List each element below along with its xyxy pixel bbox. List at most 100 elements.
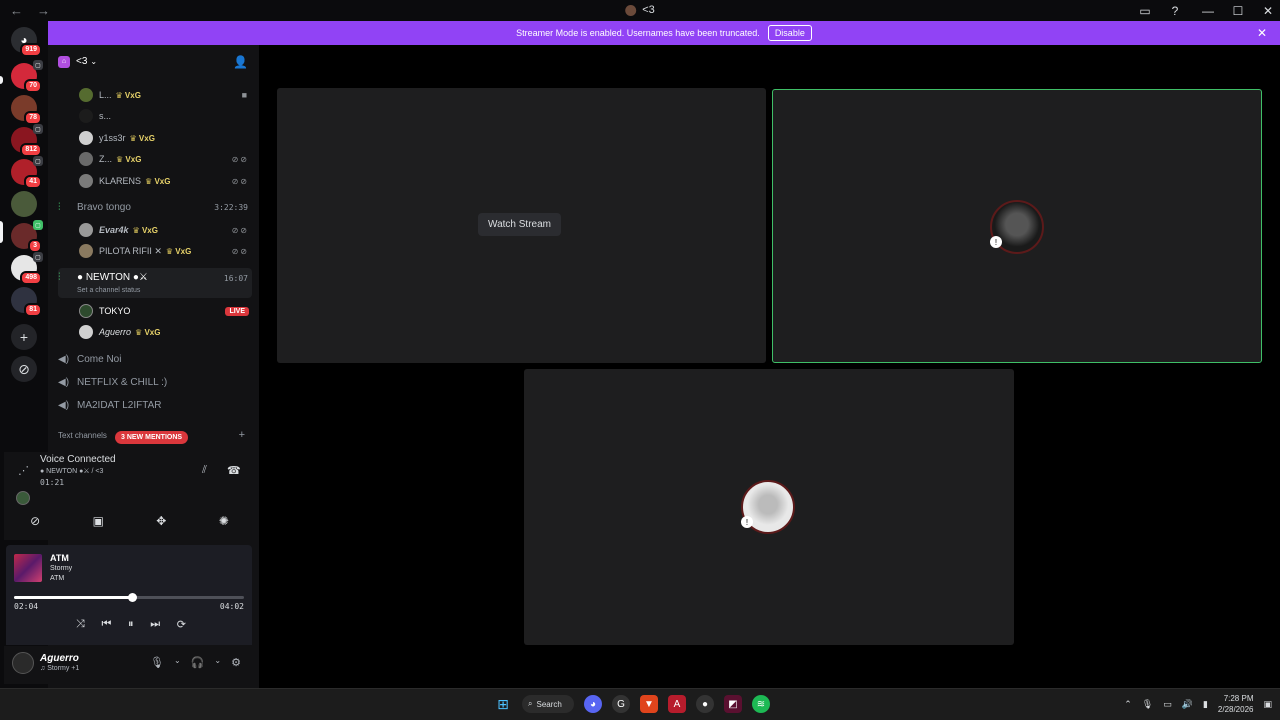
add-server-icon[interactable]: + bbox=[11, 324, 37, 350]
speaker-icon: ◀) bbox=[58, 353, 70, 365]
voice-member[interactable]: s... bbox=[48, 106, 259, 126]
voice-member[interactable]: KLARENSVxG ⊘⊘ bbox=[48, 171, 259, 191]
username[interactable]: Aguerro bbox=[40, 653, 79, 664]
track-title[interactable]: ATM bbox=[50, 553, 69, 563]
voice-status[interactable]: Voice Connected bbox=[40, 454, 116, 465]
voice-channel-newton[interactable]: ⫶ ● NEWTON ●⚔ 16:07 Set a channel status bbox=[58, 268, 252, 298]
voice-member[interactable]: AguerroVxG bbox=[48, 322, 259, 342]
windows-start-icon[interactable]: ⊞ bbox=[494, 695, 512, 713]
search-box[interactable]: ⌕ Search bbox=[522, 695, 574, 713]
avatar[interactable] bbox=[12, 652, 34, 674]
soundboard-icon[interactable]: ✺ bbox=[219, 514, 229, 534]
server-icon-6[interactable]: ▢ 3 bbox=[11, 220, 43, 253]
deafened-icon: ⊘⊘ bbox=[231, 154, 249, 164]
repeat-icon[interactable]: ⟳ bbox=[177, 618, 186, 631]
add-user-icon[interactable]: 👤 bbox=[233, 55, 248, 69]
signal-icon[interactable]: ⋰ bbox=[18, 464, 29, 477]
forward-arrow-icon[interactable]: → bbox=[37, 3, 50, 18]
discord-home-button[interactable]: ◕ 919 bbox=[11, 27, 42, 57]
server-icon-4[interactable]: ▢ 41 bbox=[11, 156, 43, 189]
deafened-icon: ⊘⊘ bbox=[231, 225, 249, 235]
track-artist[interactable]: Stormy bbox=[50, 565, 72, 572]
voice-elapsed: 01:21 bbox=[40, 478, 65, 487]
voice-member[interactable]: Evar4kVxG ⊘⊘ bbox=[48, 220, 259, 240]
pause-icon[interactable]: ⏸ bbox=[128, 618, 134, 631]
inbox-icon[interactable]: ▭ bbox=[1138, 4, 1152, 18]
voice-channel-link[interactable]: ● NEWTON ●⚔ / <3 bbox=[40, 467, 103, 475]
progress-bar[interactable] bbox=[14, 593, 244, 602]
track-album[interactable]: ATM bbox=[50, 575, 64, 582]
avatar: ! bbox=[990, 200, 1044, 254]
album-art[interactable] bbox=[14, 554, 42, 582]
text-channels-header[interactable]: Text channels bbox=[58, 431, 107, 440]
participant-tile-speaking[interactable]: ! bbox=[772, 89, 1262, 363]
battery-icon[interactable]: ▮ bbox=[1203, 699, 1208, 710]
brave-icon[interactable]: ▼ bbox=[640, 695, 658, 713]
taskbar: ⊞ ⌕ Search ◕ G ▼ A ● ◩ ≋ ⌃ 🎙 ▭ 🔊 ▮ 7:28 … bbox=[0, 688, 1280, 720]
voice-member[interactable]: PILOTA RIFII ✕VxG ⊘⊘ bbox=[48, 241, 259, 261]
previous-icon[interactable]: ⏮ bbox=[101, 618, 111, 631]
voice-channel[interactable]: ◀) Come Noi bbox=[58, 349, 252, 369]
volume-icon[interactable]: 🔊 bbox=[1182, 699, 1193, 710]
help-icon[interactable]: ? bbox=[1168, 4, 1182, 18]
g-app-icon[interactable]: G bbox=[612, 695, 630, 713]
microphone-icon[interactable]: 🎙 bbox=[1142, 699, 1153, 710]
app-icon[interactable]: ● bbox=[696, 695, 714, 713]
watch-stream-button[interactable]: Watch Stream bbox=[478, 213, 561, 236]
disconnect-icon[interactable]: ☎ bbox=[227, 464, 241, 477]
maximize-button[interactable]: ☐ bbox=[1226, 4, 1250, 18]
shuffle-icon[interactable]: ⤨ bbox=[76, 618, 85, 631]
notification-badge: 81 bbox=[24, 303, 42, 317]
discord-taskbar-icon[interactable]: ◕ bbox=[584, 695, 602, 713]
progress-knob[interactable] bbox=[127, 593, 137, 602]
stream-tile[interactable]: Watch Stream bbox=[277, 88, 766, 363]
voice-member[interactable]: y1ss3rVxG bbox=[48, 128, 259, 148]
title-bar: ← → <3 ▭ ? — ☐ ✕ bbox=[0, 0, 1280, 21]
new-mentions-badge[interactable]: 3 NEW MENTIONS bbox=[115, 431, 189, 444]
voice-channel-bravo[interactable]: ⫶ Bravo tongo 3:22:39 bbox=[58, 197, 252, 217]
close-icon[interactable]: ✕ bbox=[1257, 26, 1267, 40]
acrobat-icon[interactable]: A bbox=[668, 695, 686, 713]
discover-icon[interactable]: ⊘ bbox=[11, 356, 37, 382]
voice-member[interactable]: Z...VxG ⊘⊘ bbox=[48, 149, 259, 169]
channel-status[interactable]: Set a channel status bbox=[77, 287, 140, 294]
microphone-icon[interactable]: 🎙 bbox=[150, 656, 164, 669]
screen-share-icon[interactable]: ▣ bbox=[93, 514, 104, 534]
deafened-icon: ⊘⊘ bbox=[231, 246, 249, 256]
add-channel-icon[interactable]: + bbox=[239, 429, 245, 441]
chevron-up-icon[interactable]: ⌃ bbox=[1124, 699, 1132, 710]
server-icon-5[interactable] bbox=[11, 191, 37, 217]
disable-button[interactable]: Disable bbox=[767, 25, 812, 41]
network-icon[interactable]: ▭ bbox=[1163, 699, 1172, 710]
server-icon-2[interactable]: 78 bbox=[11, 95, 42, 125]
chevron-down-icon[interactable]: ⌄ bbox=[214, 656, 221, 669]
chevron-down-icon[interactable]: ⌄ bbox=[174, 656, 181, 669]
voice-icon: ▢ bbox=[33, 252, 43, 262]
camera-off-icon[interactable]: ⊘ bbox=[30, 514, 40, 534]
gear-icon[interactable]: ⚙ bbox=[231, 656, 241, 669]
notification-icon[interactable]: ▣ bbox=[1263, 699, 1272, 710]
next-icon[interactable]: ⏭ bbox=[150, 618, 160, 631]
minimize-button[interactable]: — bbox=[1196, 4, 1220, 18]
voice-member[interactable]: L...VxG ■ bbox=[48, 85, 259, 105]
back-arrow-icon[interactable]: ← bbox=[10, 3, 23, 18]
spotify-icon[interactable]: ≋ bbox=[752, 695, 770, 713]
voice-channel[interactable]: ◀) MA2IDAT L2IFTAR bbox=[58, 395, 252, 415]
server-folder[interactable]: 81 bbox=[11, 287, 42, 317]
server-icon-3[interactable]: ▢ 812 bbox=[11, 124, 43, 157]
voice-member[interactable]: TOKYO LIVE bbox=[48, 301, 259, 321]
activities-icon[interactable]: ✥ bbox=[156, 514, 166, 534]
headphones-icon[interactable]: 🎧 bbox=[191, 656, 205, 669]
notification-badge: 78 bbox=[24, 111, 42, 125]
server-icon-7[interactable]: ▢ 498 bbox=[11, 252, 43, 285]
close-window-button[interactable]: ✕ bbox=[1256, 4, 1280, 18]
noise-suppression-icon[interactable]: ⫽ bbox=[202, 464, 207, 477]
participant-tile[interactable]: ! bbox=[524, 369, 1014, 645]
live-badge: LIVE bbox=[225, 306, 249, 316]
clock-date: 2/28/2026 bbox=[1217, 705, 1254, 714]
voice-channel[interactable]: ◀) NETFLIX & CHILL :) bbox=[58, 372, 252, 392]
clock[interactable]: 7:28 PM 2/28/2026 bbox=[1218, 693, 1254, 715]
editor-icon[interactable]: ◩ bbox=[724, 695, 742, 713]
server-header[interactable]: ⌂ <3 ⌄ 👤 bbox=[48, 45, 259, 78]
server-icon-1[interactable]: ▢ 70 bbox=[11, 60, 43, 93]
